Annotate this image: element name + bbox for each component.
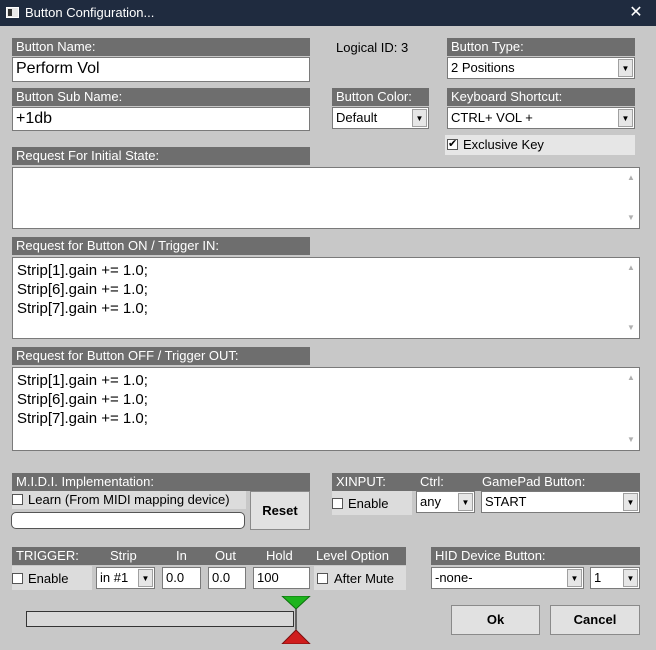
button-type-label: Button Type: bbox=[447, 38, 635, 56]
chevron-down-icon[interactable]: ▼ bbox=[458, 493, 473, 511]
close-icon[interactable]: ✕ bbox=[616, 0, 656, 26]
midi-learn-checkbox[interactable] bbox=[12, 494, 23, 505]
reset-button[interactable]: Reset bbox=[250, 491, 310, 530]
request-on-label: Request for Button ON / Trigger IN: bbox=[12, 237, 310, 255]
scrollbar[interactable]: ▲ ▼ bbox=[624, 369, 638, 449]
after-mute-row[interactable]: After Mute bbox=[314, 566, 406, 590]
button-sub-name-input[interactable]: +1db bbox=[12, 107, 310, 131]
chevron-down-icon[interactable]: ▼ bbox=[412, 109, 427, 127]
trigger-enable-checkbox[interactable] bbox=[12, 573, 23, 584]
title-bar: Button Configuration... ✕ bbox=[0, 0, 656, 26]
hid-device-label: HID Device Button: bbox=[431, 547, 640, 565]
exclusive-key-label: Exclusive Key bbox=[463, 137, 544, 152]
button-name-label: Button Name: bbox=[12, 38, 310, 56]
level-option-label: Level Option bbox=[316, 548, 389, 563]
request-initial-label: Request For Initial State: bbox=[12, 147, 310, 165]
trigger-in-label: In bbox=[176, 548, 187, 563]
keyboard-shortcut-value: CTRL+ VOL + bbox=[451, 110, 533, 125]
scroll-up-icon[interactable]: ▲ bbox=[624, 171, 638, 185]
ok-button[interactable]: Ok bbox=[451, 605, 540, 635]
request-off-textarea[interactable]: Strip[1].gain += 1.0; Strip[6].gain += 1… bbox=[12, 367, 640, 451]
trigger-label: TRIGGER: bbox=[16, 548, 79, 563]
trigger-strip-value: in #1 bbox=[100, 570, 129, 585]
button-name-input[interactable]: Perform Vol bbox=[12, 57, 310, 82]
scroll-up-icon[interactable]: ▲ bbox=[624, 371, 638, 385]
xinput-ctrl-label: Ctrl: bbox=[420, 474, 444, 489]
request-initial-textarea[interactable]: ▲ ▼ bbox=[12, 167, 640, 229]
midi-learn-label: Learn (From MIDI mapping device) bbox=[28, 492, 230, 507]
button-color-label: Button Color: bbox=[332, 88, 429, 106]
midi-learn-row[interactable]: Learn (From MIDI mapping device) bbox=[12, 491, 246, 509]
hid-device-select[interactable]: -none- ▼ bbox=[431, 567, 584, 589]
trigger-level-markers[interactable] bbox=[281, 596, 311, 644]
scroll-down-icon[interactable]: ▼ bbox=[624, 433, 638, 447]
logical-id: Logical ID: 3 bbox=[336, 40, 409, 55]
scroll-down-icon[interactable]: ▼ bbox=[624, 211, 638, 225]
midi-mapping-display bbox=[11, 512, 245, 529]
scrollbar[interactable]: ▲ ▼ bbox=[624, 259, 638, 337]
trigger-header: TRIGGER: Strip In Out Hold Level Option bbox=[12, 547, 406, 565]
request-on-text: Strip[1].gain += 1.0; Strip[6].gain += 1… bbox=[17, 262, 148, 317]
gamepad-button-select[interactable]: START ▼ bbox=[481, 491, 640, 513]
xinput-enable-row[interactable]: Enable bbox=[332, 491, 412, 515]
button-color-select[interactable]: Default ▼ bbox=[332, 107, 429, 129]
scroll-up-icon[interactable]: ▲ bbox=[624, 261, 638, 275]
button-type-value: 2 Positions bbox=[451, 60, 515, 75]
xinput-header: XINPUT: Ctrl: GamePad Button: bbox=[332, 473, 640, 491]
trigger-enable-row[interactable]: Enable bbox=[12, 566, 92, 590]
request-on-textarea[interactable]: Strip[1].gain += 1.0; Strip[6].gain += 1… bbox=[12, 257, 640, 339]
hid-index-select[interactable]: 1 ▼ bbox=[590, 567, 640, 589]
keyboard-shortcut-select[interactable]: CTRL+ VOL + ▼ bbox=[447, 107, 635, 129]
trigger-out-input[interactable]: 0.0 bbox=[208, 567, 246, 589]
chevron-down-icon[interactable]: ▼ bbox=[567, 569, 582, 587]
app-icon bbox=[6, 7, 19, 18]
trigger-strip-label: Strip bbox=[110, 548, 137, 563]
button-sub-name-label: Button Sub Name: bbox=[12, 88, 310, 106]
xinput-enable-label: Enable bbox=[348, 496, 389, 511]
trigger-in-input[interactable]: 0.0 bbox=[162, 567, 201, 589]
trigger-out-marker-icon bbox=[281, 629, 311, 644]
chevron-down-icon[interactable]: ▼ bbox=[138, 569, 153, 587]
request-off-label: Request for Button OFF / Trigger OUT: bbox=[12, 347, 310, 365]
hid-device-value: -none- bbox=[435, 570, 473, 585]
gamepad-button-value: START bbox=[485, 494, 527, 509]
xinput-label: XINPUT: bbox=[336, 474, 386, 489]
xinput-ctrl-value: any bbox=[420, 494, 441, 509]
chevron-down-icon[interactable]: ▼ bbox=[618, 109, 633, 127]
exclusive-key-row[interactable]: Exclusive Key bbox=[445, 135, 635, 155]
hid-index-value: 1 bbox=[594, 570, 602, 585]
trigger-level-bar bbox=[26, 611, 294, 627]
button-type-select[interactable]: 2 Positions ▼ bbox=[447, 57, 635, 79]
trigger-hold-label: Hold bbox=[266, 548, 293, 563]
midi-label: M.I.D.I. Implementation: bbox=[12, 473, 310, 491]
xinput-ctrl-select[interactable]: any ▼ bbox=[416, 491, 475, 513]
xinput-enable-checkbox[interactable] bbox=[332, 498, 343, 509]
button-color-value: Default bbox=[336, 110, 378, 125]
exclusive-key-checkbox[interactable] bbox=[447, 137, 458, 150]
after-mute-label: After Mute bbox=[334, 571, 394, 586]
trigger-enable-label: Enable bbox=[28, 571, 69, 586]
after-mute-checkbox[interactable] bbox=[317, 573, 328, 584]
trigger-strip-select[interactable]: in #1 ▼ bbox=[96, 567, 155, 589]
cancel-button[interactable]: Cancel bbox=[550, 605, 640, 635]
window-title: Button Configuration... bbox=[25, 5, 155, 20]
request-off-text: Strip[1].gain += 1.0; Strip[6].gain += 1… bbox=[17, 372, 148, 427]
chevron-down-icon[interactable]: ▼ bbox=[623, 493, 638, 511]
scroll-down-icon[interactable]: ▼ bbox=[624, 321, 638, 335]
keyboard-shortcut-label: Keyboard Shortcut: bbox=[447, 88, 635, 106]
trigger-out-label: Out bbox=[215, 548, 236, 563]
scrollbar[interactable]: ▲ ▼ bbox=[624, 169, 638, 227]
chevron-down-icon[interactable]: ▼ bbox=[618, 59, 633, 77]
gamepad-button-label: GamePad Button: bbox=[482, 474, 586, 489]
trigger-in-marker-icon bbox=[281, 596, 311, 610]
chevron-down-icon[interactable]: ▼ bbox=[623, 569, 638, 587]
trigger-hold-input[interactable]: 100 bbox=[253, 567, 310, 589]
